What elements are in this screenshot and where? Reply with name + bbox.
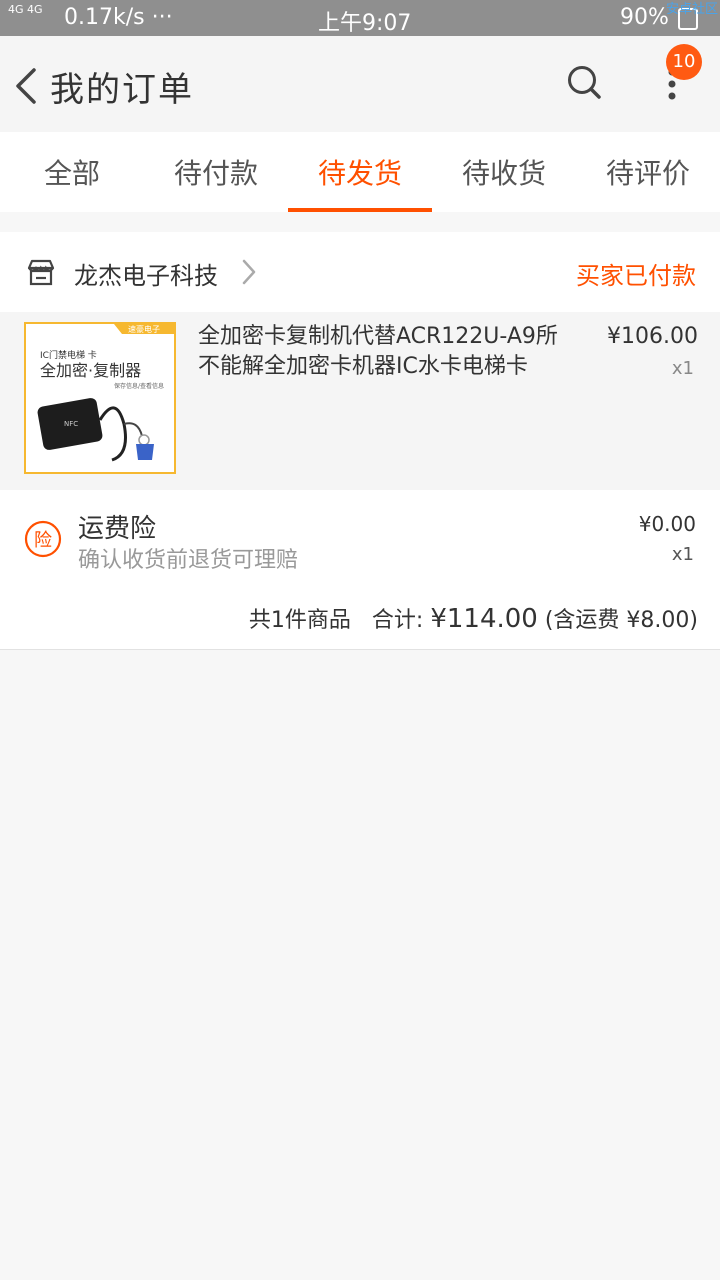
insurance-icon-char: 险 [34, 530, 52, 551]
insurance-icon: 险 [24, 520, 62, 558]
tab-pending-shipment[interactable]: 待发货 [288, 132, 432, 212]
battery-level: 90% [620, 5, 669, 30]
back-icon[interactable] [14, 68, 38, 104]
product-quantity: x1 [671, 358, 694, 379]
insurance-price: ¥0.00 [638, 512, 696, 536]
thumb-line3: 保存信息/查看信息 [114, 382, 164, 390]
item-count: 共1件商品 [248, 608, 351, 633]
shipping-insurance-row: 险 运费险 确认收货前退货可理赔 ¥0.00 x1 [0, 490, 720, 586]
signal-indicator: 4G 4G [8, 3, 43, 16]
order-summary: 共1件商品 合计: ¥114.00 (含运费 ¥8.00) [249, 602, 698, 634]
shipping-fee-note: (含运费 ¥8.00) [544, 608, 698, 633]
network-speed: 0.17k/s ··· [64, 5, 173, 30]
thumb-line1: IC门禁电梯 卡 [40, 349, 97, 361]
status-bar: 4G 4G 0.17k/s ··· 上午9:07 90% 安卓社区 [0, 0, 720, 36]
order-item[interactable]: 速豪电子 IC门禁电梯 卡 全加密·复制器 保存信息/查看信息 NFC 全加密卡… [0, 312, 720, 490]
insurance-quantity: x1 [671, 544, 694, 565]
insurance-title: 运费险 [78, 514, 157, 544]
tab-pending-receipt[interactable]: 待收货 [432, 132, 576, 212]
thumb-line2: 全加密·复制器 [40, 361, 141, 380]
chevron-right-icon [242, 259, 256, 285]
shop-row[interactable]: 龙杰电子科技 买家已付款 [0, 232, 720, 312]
message-count-badge: 10 [666, 44, 702, 80]
header: 我的订单 10 [0, 36, 720, 132]
thumb-tag: 速豪电子 [128, 324, 160, 334]
clock: 上午9:07 [318, 11, 412, 36]
order-total: ¥114.00 [430, 604, 538, 634]
product-image: 速豪电子 IC门禁电梯 卡 全加密·复制器 保存信息/查看信息 NFC [26, 324, 174, 472]
order-card: 龙杰电子科技 买家已付款 速豪电子 IC门禁电梯 卡 全加密·复制器 保存信息/… [0, 232, 720, 650]
product-price: ¥106.00 [607, 324, 698, 349]
product-title[interactable]: 全加密卡复制机代替ACR122U-A9所不能解全加密卡机器IC水卡电梯卡 [198, 322, 578, 382]
search-icon[interactable] [566, 64, 602, 100]
shop-name[interactable]: 龙杰电子科技 [74, 256, 218, 291]
thumb-nfc: NFC [64, 420, 78, 428]
product-thumbnail[interactable]: 速豪电子 IC门禁电梯 卡 全加密·复制器 保存信息/查看信息 NFC [24, 322, 176, 474]
order-status: 买家已付款 [576, 262, 696, 290]
store-icon [27, 259, 55, 286]
order-tabs: 全部 待付款 待发货 待收货 待评价 [0, 132, 720, 212]
total-label: 合计: [371, 608, 424, 633]
watermark: 安卓社区 [665, 2, 718, 17]
tab-all[interactable]: 全部 [0, 132, 144, 212]
insurance-subtitle: 确认收货前退货可理赔 [78, 548, 299, 573]
tab-pending-review[interactable]: 待评价 [576, 132, 720, 212]
tab-pending-payment[interactable]: 待付款 [144, 132, 288, 212]
page-title: 我的订单 [50, 70, 194, 110]
